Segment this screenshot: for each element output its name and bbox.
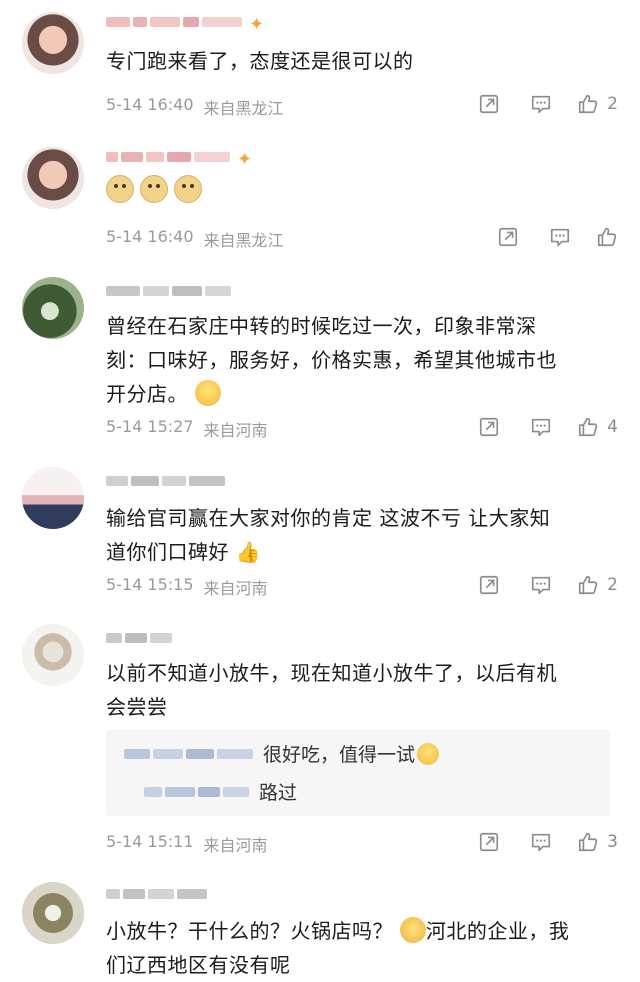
comment-text-line: 会尝尝 bbox=[106, 695, 168, 719]
smile-emoji-icon bbox=[417, 742, 440, 765]
like-button[interactable]: 4 bbox=[577, 415, 618, 439]
comment-text-line: 们辽西地区有没有呢 bbox=[106, 953, 291, 977]
thumbs-up-icon bbox=[596, 226, 618, 248]
username-blurred[interactable] bbox=[106, 283, 231, 299]
avatar[interactable] bbox=[22, 467, 84, 529]
thumbs-up-emoji-icon: 👍 bbox=[235, 540, 262, 564]
comment-time: 5-14 15:27 bbox=[106, 417, 194, 436]
reply-text: 路过 bbox=[259, 782, 298, 804]
share-icon[interactable] bbox=[463, 415, 515, 439]
comment-time: 5-14 16:40 bbox=[106, 227, 194, 246]
share-icon[interactable] bbox=[463, 92, 515, 116]
comment-text-line: 道你们口碑好 bbox=[106, 540, 229, 564]
comment-text-line: 开分店。 bbox=[106, 382, 188, 406]
vip-badge-icon: ✦ bbox=[249, 14, 265, 35]
share-icon[interactable] bbox=[463, 830, 515, 854]
vip-badge-icon: ✦ bbox=[237, 149, 253, 170]
like-button[interactable]: 3 bbox=[577, 830, 618, 854]
like-button[interactable] bbox=[596, 225, 618, 249]
avatar[interactable] bbox=[22, 277, 84, 339]
like-count: 3 bbox=[607, 832, 618, 852]
comment-text-line: 输给官司赢在大家对你的肯定 这波不亏 让大家知 bbox=[106, 506, 551, 530]
666-emoji-icon bbox=[399, 917, 426, 943]
reply-item[interactable]: 很好吃，值得一试 bbox=[124, 740, 440, 767]
username-blurred[interactable] bbox=[106, 630, 172, 646]
avatar[interactable] bbox=[22, 12, 84, 74]
thumbs-up-icon bbox=[577, 93, 599, 115]
comment-icon[interactable] bbox=[534, 225, 586, 249]
comment-time: 5-14 15:15 bbox=[106, 575, 194, 594]
avatar[interactable] bbox=[22, 624, 84, 686]
comment-icon[interactable] bbox=[515, 573, 567, 597]
thumbs-up-icon bbox=[577, 416, 599, 438]
like-button[interactable]: 2 bbox=[577, 92, 618, 116]
comment-text-line: 小放牛？干什么的？火锅店吗？ bbox=[106, 919, 393, 943]
smile-emoji-icon bbox=[194, 380, 221, 406]
comment-text-line: 河北的企业，我 bbox=[425, 919, 570, 943]
comment-text-line: 曾经在石家庄中转的时候吃过一次，印象非常深 bbox=[106, 314, 537, 338]
reply-item[interactable]: 路过 bbox=[124, 778, 297, 805]
comment-time: 5-14 16:40 bbox=[106, 95, 194, 114]
comment-text-line: 以前不知道小放牛，现在知道小放牛了，以后有机 bbox=[106, 661, 557, 685]
like-button[interactable]: 2 bbox=[577, 573, 618, 597]
doge-emoji-icon bbox=[174, 175, 202, 203]
comment-location: 来自河南 bbox=[203, 836, 268, 855]
thumbs-up-icon bbox=[577, 574, 599, 596]
comment-emojis bbox=[106, 175, 610, 213]
share-icon[interactable] bbox=[463, 573, 515, 597]
comment-location: 来自黑龙江 bbox=[203, 99, 284, 118]
doge-emoji-icon bbox=[140, 175, 168, 203]
doge-emoji-icon bbox=[106, 175, 134, 203]
thumbs-up-icon bbox=[577, 831, 599, 853]
comment-location: 来自黑龙江 bbox=[203, 231, 284, 250]
share-icon[interactable] bbox=[482, 225, 534, 249]
reply-username-blurred[interactable] bbox=[124, 748, 253, 759]
comment-text-line: 刻：口味好，服务好，价格实惠，希望其他城市也 bbox=[106, 348, 557, 372]
comment-icon[interactable] bbox=[515, 830, 567, 854]
comment-icon[interactable] bbox=[515, 415, 567, 439]
replies-box[interactable]: 很好吃，值得一试 路过 bbox=[106, 730, 610, 816]
reply-username-blurred[interactable] bbox=[144, 786, 249, 797]
comment-time: 5-14 15:11 bbox=[106, 832, 194, 851]
comment-text: 专门跑来看了，态度还是很可以的 bbox=[106, 49, 414, 73]
reply-text: 很好吃，值得一试 bbox=[263, 744, 416, 766]
username-blurred[interactable] bbox=[106, 886, 207, 902]
avatar[interactable] bbox=[22, 882, 84, 944]
username-blurred[interactable]: ✦ bbox=[106, 14, 265, 35]
avatar[interactable] bbox=[22, 147, 84, 209]
like-count: 2 bbox=[607, 94, 618, 114]
comment-location: 来自河南 bbox=[203, 421, 268, 440]
comment-icon[interactable] bbox=[515, 92, 567, 116]
like-count: 4 bbox=[607, 417, 618, 437]
username-blurred[interactable] bbox=[106, 473, 225, 489]
username-blurred[interactable]: ✦ bbox=[106, 149, 253, 170]
comment-location: 来自河南 bbox=[203, 579, 268, 598]
like-count: 2 bbox=[607, 575, 618, 595]
